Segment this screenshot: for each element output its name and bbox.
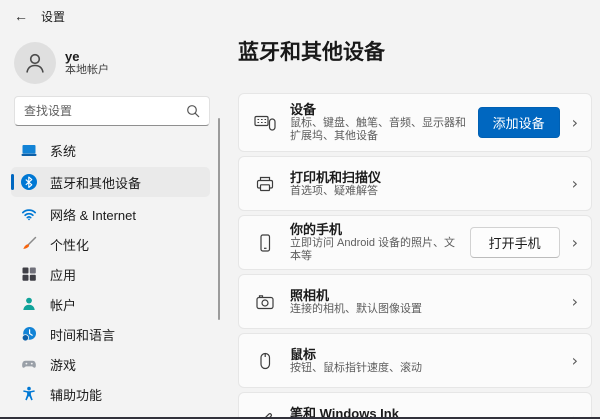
bluetooth-icon	[21, 174, 37, 190]
titlebar: ← 设置	[0, 0, 65, 32]
sidebar: ye 本地帐户 系统	[0, 32, 230, 417]
card-subtitle: 首选项、疑难解答	[290, 184, 378, 197]
sidebar-item-label: 帐户	[50, 297, 77, 313]
sidebar-item-personalization[interactable]: 个性化	[11, 229, 210, 259]
card-camera[interactable]: 照相机 连接的相机、默认图像设置 ›	[238, 274, 592, 329]
chevron-right-icon: ›	[571, 291, 578, 311]
settings-cards: 设备 鼠标、键盘、触笔、音频、显示器和扩展坞、其他设备 添加设备 › 打印机和扫…	[238, 93, 592, 419]
sidebar-item-label: 应用	[50, 267, 77, 283]
sidebar-item-apps[interactable]: 应用	[11, 259, 210, 289]
card-title: 照相机	[290, 287, 330, 303]
sidebar-item-label: 时间和语言	[50, 327, 116, 343]
personalization-icon	[21, 236, 37, 252]
sidebar-item-accessibility[interactable]: 辅助功能	[11, 379, 210, 409]
pen-icon	[253, 409, 277, 417]
sidebar-item-network[interactable]: 网络 & Internet	[11, 199, 210, 229]
system-icon	[21, 142, 37, 158]
user-account-type: 本地帐户	[65, 64, 109, 76]
chevron-right-icon: ›	[571, 350, 578, 370]
page-title: 蓝牙和其他设备	[238, 41, 385, 64]
user-name: ye	[65, 49, 80, 64]
card-title: 鼠标	[290, 346, 317, 362]
phone-icon	[253, 232, 277, 254]
sidebar-item-label: 网络 & Internet	[50, 207, 136, 223]
chevron-right-icon: ›	[571, 173, 578, 193]
account-icon	[21, 296, 37, 312]
gaming-icon	[21, 356, 37, 372]
card-devices[interactable]: 设备 鼠标、键盘、触笔、音频、显示器和扩展坞、其他设备 添加设备 ›	[238, 93, 592, 152]
card-subtitle: 按钮、鼠标指针速度、滚动	[290, 361, 422, 374]
card-title: 你的手机	[290, 222, 343, 237]
card-title: 笔和 Windows Ink	[290, 405, 399, 419]
sidebar-item-label: 蓝牙和其他设备	[50, 175, 142, 191]
printer-icon	[253, 173, 277, 195]
chevron-right-icon: ›	[571, 409, 578, 419]
sidebar-item-system[interactable]: 系统	[11, 135, 210, 165]
person-icon	[22, 50, 48, 76]
main-content: 蓝牙和其他设备 设备 鼠标、键盘、触笔、音频、显示器和扩展坞、其他设备 添加设备…	[238, 32, 592, 419]
sidebar-item-gaming[interactable]: 游戏	[11, 349, 210, 379]
settings-window: ← 设置 ye 本地帐户 查找设置 系统 蓝牙和其他设备 网络 & Intern…	[0, 0, 600, 419]
add-device-button[interactable]: 添加设备	[477, 107, 560, 138]
card-subtitle: 鼠标、键盘、触笔、音频、显示器和扩展坞、其他设备	[290, 117, 466, 142]
window-title: 设置	[41, 9, 66, 24]
sidebar-item-time-language[interactable]: 时间和语言	[11, 319, 210, 349]
card-title: 设备	[290, 102, 317, 117]
network-icon	[21, 206, 37, 222]
avatar	[14, 42, 56, 84]
mouse-icon	[253, 350, 277, 372]
sidebar-item-accounts[interactable]: 帐户	[11, 289, 210, 319]
back-button[interactable]: ←	[14, 9, 28, 23]
open-phone-button[interactable]: 打开手机	[469, 227, 560, 258]
search-icon	[186, 104, 200, 118]
devices-icon	[253, 112, 277, 134]
sidebar-item-bluetooth-devices[interactable]: 蓝牙和其他设备	[11, 167, 210, 197]
sidebar-item-label: 辅助功能	[50, 387, 103, 403]
search-input[interactable]	[24, 104, 186, 118]
time-language-icon	[21, 326, 37, 342]
user-profile[interactable]: ye 本地帐户	[14, 42, 109, 84]
sidebar-item-label: 游戏	[50, 357, 77, 373]
search-box[interactable]	[14, 96, 210, 126]
chevron-right-icon: ›	[571, 232, 578, 252]
sidebar-item-label: 系统	[50, 143, 77, 159]
card-printers-scanners[interactable]: 打印机和扫描仪 首选项、疑难解答 ›	[238, 156, 592, 211]
apps-icon	[21, 266, 37, 282]
card-pen-windows-ink[interactable]: 笔和 Windows Ink 右手或左手、笔按钮快捷方式、手写 ›	[238, 392, 592, 419]
chevron-right-icon: ›	[571, 112, 578, 132]
accessibility-icon	[21, 386, 37, 402]
sidebar-item-label: 个性化	[50, 237, 90, 253]
sidebar-nav: 系统 蓝牙和其他设备 网络 & Internet 个性化 应用 帐户 时间和语言…	[11, 135, 210, 409]
card-subtitle: 连接的相机、默认图像设置	[290, 302, 422, 315]
card-subtitle: 立即访问 Android 设备的照片、文本等	[290, 237, 456, 262]
card-mouse[interactable]: 鼠标 按钮、鼠标指针速度、滚动 ›	[238, 333, 592, 388]
camera-icon	[253, 291, 277, 313]
sidebar-scrollbar[interactable]	[218, 118, 220, 320]
card-your-phone[interactable]: 你的手机 立即访问 Android 设备的照片、文本等 打开手机 ›	[238, 215, 592, 270]
card-title: 打印机和扫描仪	[290, 169, 382, 185]
